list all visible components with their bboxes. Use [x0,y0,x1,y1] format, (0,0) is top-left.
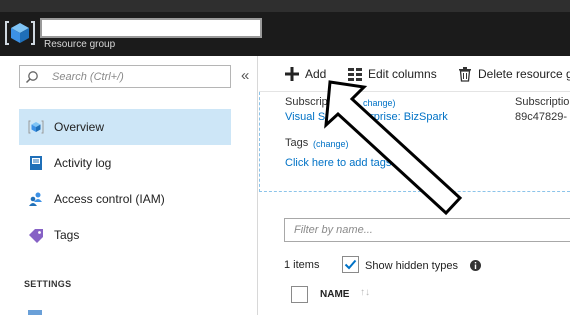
nav-label: Tags [54,228,80,242]
settings-section-heading: SETTINGS [24,279,72,289]
nav-item-activity-log[interactable]: Activity log [19,145,231,181]
search-placeholder: Search (Ctrl+/) [52,71,124,83]
tag-icon [29,229,43,243]
access-control-users-icon [29,192,42,206]
name-column-header[interactable]: NAME [320,289,349,300]
tags-title: Tags [285,137,309,149]
add-label: Add [305,67,327,81]
subscription-id-value: 89c47829- [515,111,567,123]
search-icon [25,71,38,84]
sort-icon[interactable]: ↑↓ [360,287,370,298]
items-count: 1 items [284,259,320,271]
trash-icon [459,67,471,82]
blade-header: Resource group [0,12,570,56]
delete-resource-group-button[interactable]: Delete resource g [457,64,570,84]
subscription-heading: Subscrip [285,96,328,108]
resource-group-icon [5,21,35,45]
command-bar: Add Edit columns Delete resource g [259,56,570,92]
add-button[interactable]: Add [284,64,334,84]
select-all-checkbox[interactable] [291,286,308,303]
overview-blade: Add Edit columns Delete resource g Subsc… [259,56,570,315]
nav-item-overview[interactable]: Overview [19,109,231,145]
checkmark-icon [344,259,357,270]
plus-icon [285,67,299,81]
filter-placeholder: Filter by name... [294,224,373,236]
nav-label: Access control (IAM) [54,192,165,206]
info-icon[interactable] [470,260,481,271]
nav-item-tags[interactable]: Tags [19,217,231,253]
essentials-panel: Subscrip change) Visual St erprise: BizS… [259,92,570,192]
show-hidden-types-label: Show hidden types [365,260,458,272]
next-nav-item-icon [28,310,42,315]
delete-label: Delete resource g [478,67,570,81]
top-bar [0,0,570,12]
nav-label: Overview [54,120,105,134]
tags-change-link[interactable]: (change) [313,139,349,149]
collapse-menu-button[interactable]: « [241,67,249,84]
columns-icon [348,68,362,81]
resource-menu: Search (Ctrl+/) « Overview Activity log … [0,56,258,315]
nav-item-access-control[interactable]: Access control (IAM) [19,181,231,217]
nav-label: Activity log [54,156,112,170]
subscription-id-title: Subscriptio [515,96,570,108]
resource-group-subtitle: Resource group [44,39,116,50]
subscription-title: Subscrip [285,96,328,108]
show-hidden-types-checkbox[interactable] [342,256,359,273]
edit-columns-label: Edit columns [368,67,437,81]
search-input[interactable]: Search (Ctrl+/) [19,65,231,88]
subscription-value-start[interactable]: Visual St [285,111,328,123]
subscription-change-link[interactable]: change) [363,98,396,108]
resource-group-name [40,18,262,38]
add-tags-link[interactable]: Click here to add tags [285,157,391,169]
subscription-value-end[interactable]: erprise: BizSpark [364,111,448,123]
edit-columns-button[interactable]: Edit columns [347,64,442,84]
resource-group-cube-icon [28,120,44,134]
filter-by-name-input[interactable]: Filter by name... [284,218,570,242]
activity-log-icon [30,156,42,170]
